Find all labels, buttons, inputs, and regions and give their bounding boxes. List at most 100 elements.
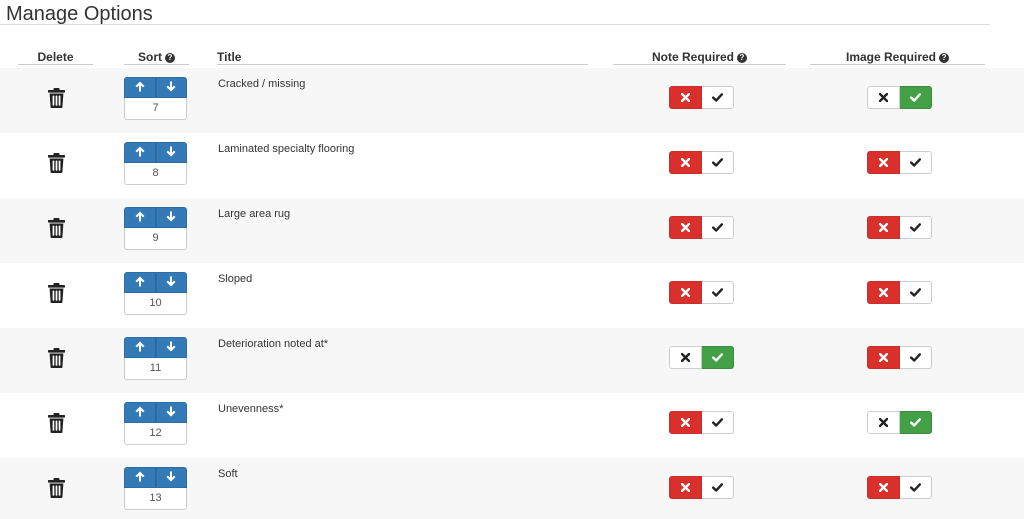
sort-order-value: 11 — [124, 358, 187, 380]
note-required-no-button[interactable] — [669, 86, 702, 109]
sort-control: 10 — [124, 272, 187, 315]
note-required-no-button[interactable] — [669, 281, 702, 304]
check-icon — [711, 89, 723, 107]
arrow-up-icon — [135, 79, 145, 97]
check-icon — [909, 89, 921, 107]
sort-down-button[interactable] — [155, 467, 187, 488]
sort-down-button[interactable] — [155, 402, 187, 423]
x-icon — [878, 414, 888, 432]
note-required-yes-button[interactable] — [701, 216, 734, 239]
sort-down-button[interactable] — [155, 272, 187, 293]
image-required-no-button[interactable] — [867, 151, 900, 174]
sort-up-button[interactable] — [124, 77, 156, 98]
x-icon — [878, 479, 888, 497]
trash-icon[interactable] — [48, 478, 65, 498]
column-header-sort: Sort? — [124, 49, 189, 65]
arrow-down-icon — [166, 144, 176, 162]
trash-icon[interactable] — [48, 348, 65, 368]
sort-down-button[interactable] — [155, 77, 187, 98]
trash-icon[interactable] — [48, 413, 65, 433]
sort-control: 8 — [124, 142, 187, 185]
trash-icon[interactable] — [48, 88, 65, 108]
note-required-toggle — [669, 281, 734, 304]
sort-up-button[interactable] — [124, 337, 156, 358]
note-required-no-button[interactable] — [669, 411, 702, 434]
table-row: 10 Sloped — [0, 263, 1024, 328]
check-icon — [711, 219, 723, 237]
arrow-up-icon — [135, 209, 145, 227]
check-icon — [711, 479, 723, 497]
x-icon — [680, 349, 690, 367]
trash-icon[interactable] — [48, 283, 65, 303]
image-required-yes-button[interactable] — [899, 411, 932, 434]
check-icon — [711, 154, 723, 172]
sort-order-value: 7 — [124, 98, 187, 120]
note-required-toggle — [669, 86, 734, 109]
sort-down-button[interactable] — [155, 142, 187, 163]
note-required-yes-button[interactable] — [701, 151, 734, 174]
image-required-no-button[interactable] — [867, 476, 900, 499]
sort-order-value: 8 — [124, 163, 187, 185]
image-required-no-button[interactable] — [867, 411, 900, 434]
note-required-yes-button[interactable] — [701, 281, 734, 304]
sort-up-button[interactable] — [124, 272, 156, 293]
image-required-yes-button[interactable] — [899, 86, 932, 109]
arrow-up-icon — [135, 404, 145, 422]
note-required-yes-button[interactable] — [701, 86, 734, 109]
note-required-no-button[interactable] — [669, 346, 702, 369]
column-header-image-required: Image Required? — [810, 49, 985, 65]
image-required-yes-button[interactable] — [899, 281, 932, 304]
check-icon — [909, 154, 921, 172]
image-required-toggle — [867, 281, 932, 304]
x-icon — [680, 479, 690, 497]
image-required-no-button[interactable] — [867, 281, 900, 304]
image-required-toggle — [867, 151, 932, 174]
trash-icon[interactable] — [48, 153, 65, 173]
image-required-no-button[interactable] — [867, 86, 900, 109]
options-table-body: 7 Cracked / missing 8 Laminated specialty f… — [0, 68, 1024, 519]
note-required-no-button[interactable] — [669, 216, 702, 239]
sort-control: 7 — [124, 77, 187, 120]
question-circle-icon[interactable]: ? — [939, 53, 950, 63]
check-icon — [909, 479, 921, 497]
question-circle-icon[interactable]: ? — [737, 53, 747, 63]
arrow-down-icon — [166, 209, 176, 227]
note-required-yes-button[interactable] — [701, 476, 734, 499]
x-icon — [680, 414, 690, 432]
note-required-yes-button[interactable] — [701, 411, 734, 434]
sort-order-value: 12 — [124, 423, 187, 445]
arrow-down-icon — [166, 339, 176, 357]
sort-up-button[interactable] — [124, 402, 156, 423]
sort-down-button[interactable] — [155, 337, 187, 358]
image-required-yes-button[interactable] — [899, 346, 932, 369]
image-required-yes-button[interactable] — [899, 151, 932, 174]
sort-order-value: 9 — [124, 228, 187, 250]
image-required-toggle — [867, 411, 932, 434]
image-required-yes-button[interactable] — [899, 476, 932, 499]
trash-icon[interactable] — [48, 218, 65, 238]
option-title: Cracked / missing — [218, 78, 306, 90]
note-required-no-button[interactable] — [669, 151, 702, 174]
sort-up-button[interactable] — [124, 207, 156, 228]
page-title: Manage Options — [6, 3, 153, 25]
x-icon — [878, 154, 888, 172]
x-icon — [680, 284, 690, 302]
sort-down-button[interactable] — [155, 207, 187, 228]
arrow-up-icon — [135, 469, 145, 487]
sort-control: 11 — [124, 337, 187, 380]
note-required-yes-button[interactable] — [701, 346, 734, 369]
option-title: Sloped — [218, 273, 253, 285]
column-header-image-required-label: Image Required — [845, 50, 937, 64]
image-required-no-button[interactable] — [867, 346, 900, 369]
sort-up-button[interactable] — [124, 142, 156, 163]
check-icon — [909, 349, 921, 367]
arrow-down-icon — [166, 274, 176, 292]
column-header-sort-label: Sort — [138, 50, 162, 64]
sort-up-button[interactable] — [124, 467, 156, 488]
image-required-yes-button[interactable] — [899, 216, 932, 239]
note-required-no-button[interactable] — [669, 476, 702, 499]
image-required-toggle — [867, 346, 932, 369]
question-circle-icon[interactable]: ? — [165, 53, 175, 63]
image-required-no-button[interactable] — [867, 216, 900, 239]
table-row: 12 Unevenness* — [0, 393, 1024, 458]
